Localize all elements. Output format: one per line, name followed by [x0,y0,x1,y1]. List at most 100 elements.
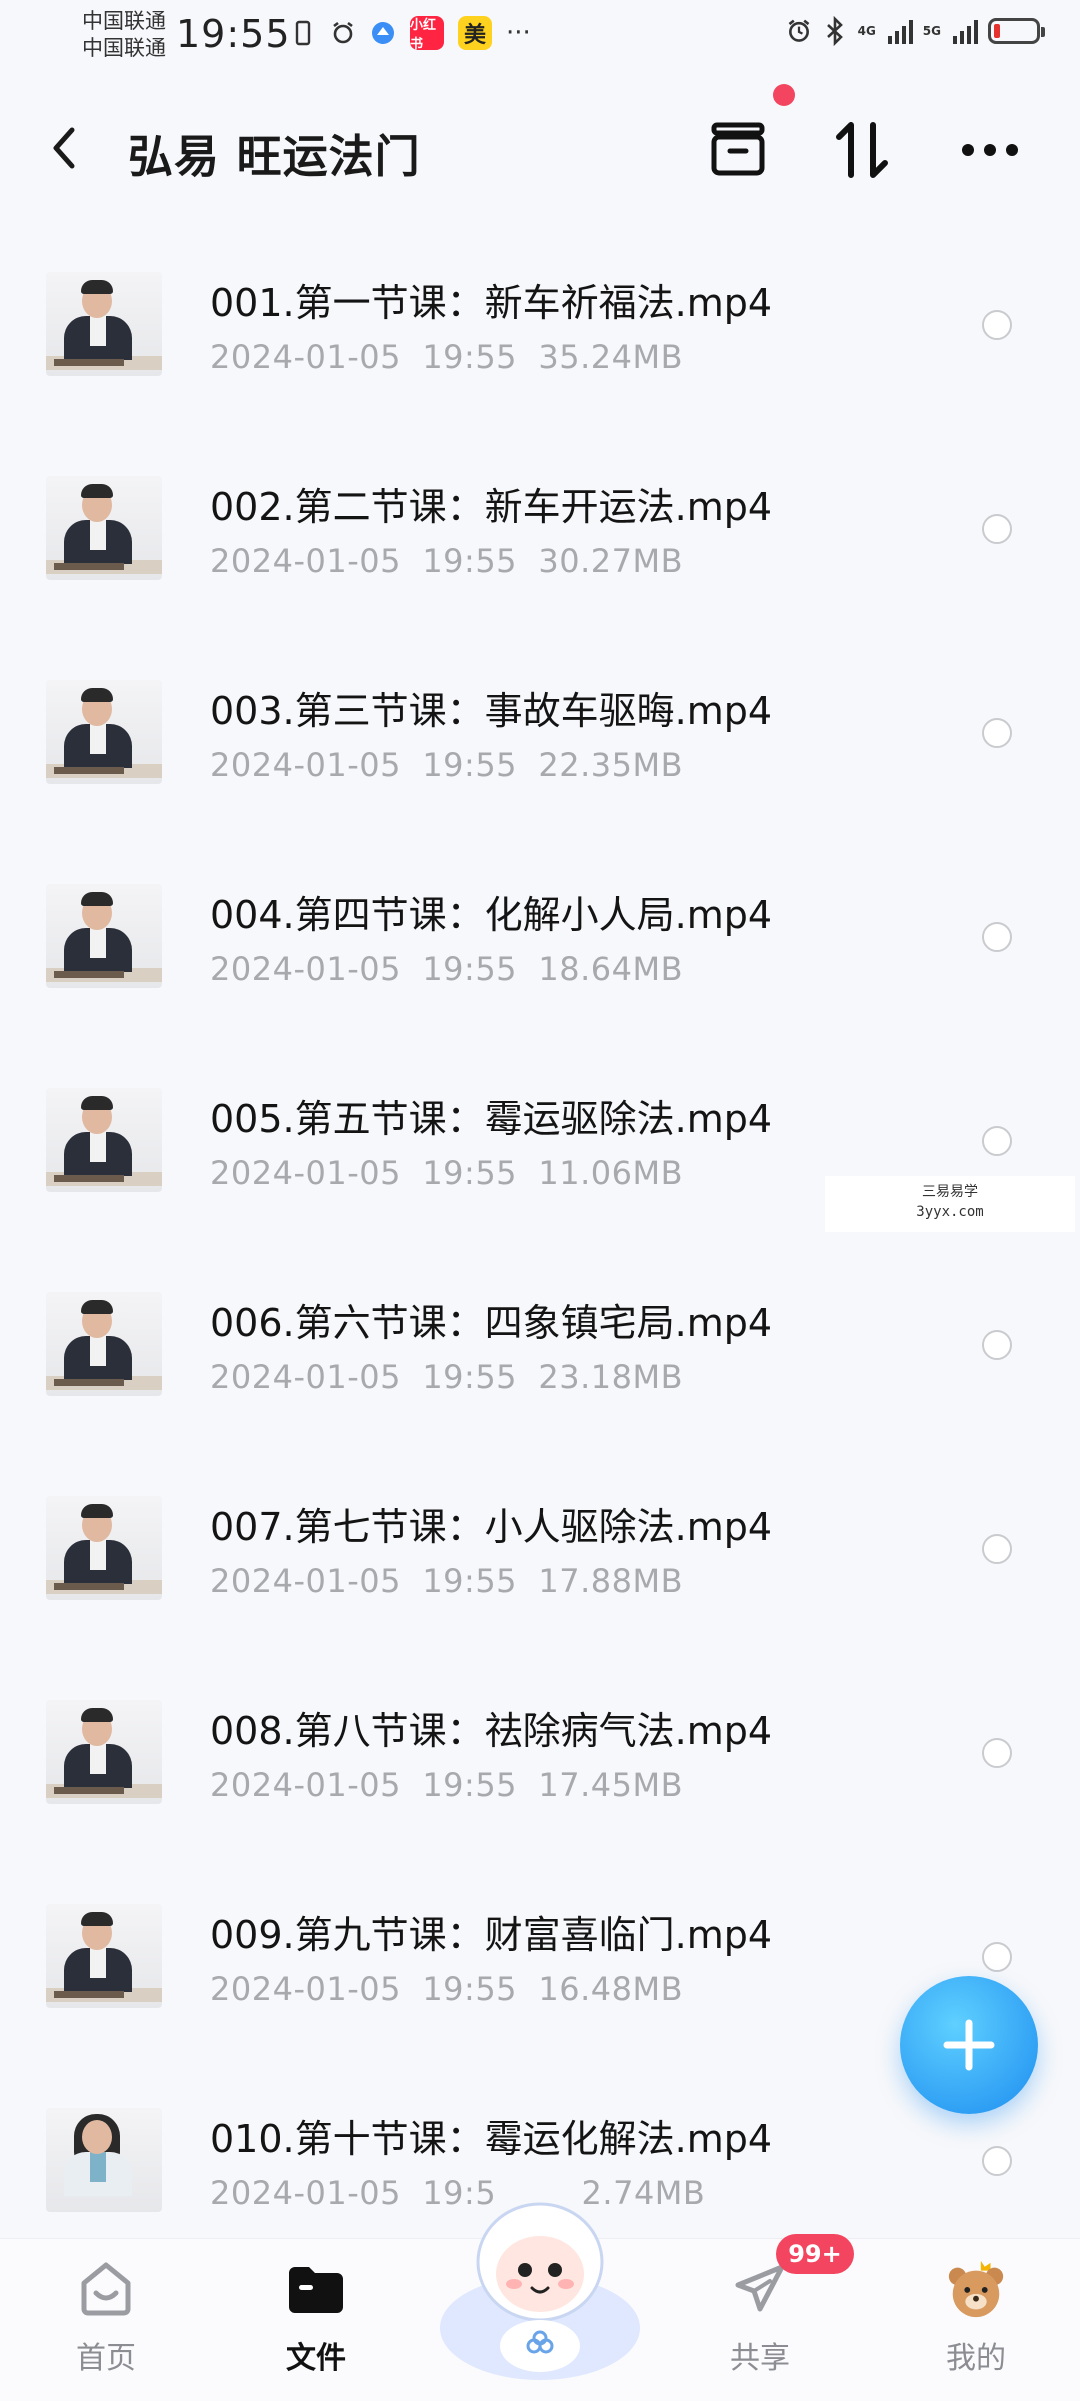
select-radio[interactable] [982,1534,1012,1564]
file-size: 35.24MB [538,338,684,376]
nav-mine-label: 我的 [946,2341,1006,2376]
nav-home[interactable]: 首页 [36,2257,176,2397]
select-radio[interactable] [982,1126,1012,1156]
file-time: 19:55 [422,950,518,988]
file-size: 11.06MB [538,1154,684,1192]
file-date: 2024-01-05 [210,1970,401,2008]
browser-app-icon [370,20,396,46]
file-date: 2024-01-05 [210,338,401,376]
network-type-2: 5G [922,24,941,38]
folder-icon [289,2267,343,2313]
sort-button[interactable] [822,110,902,190]
assistant-mascot-button[interactable] [430,2178,650,2388]
file-date: 2024-01-05 [210,1154,401,1192]
alarm-icon [786,18,812,44]
watermark-line-2: 3yyx.com [916,1204,984,1220]
file-date: 2024-01-05 [210,1358,401,1396]
home-icon [81,2262,131,2316]
file-date: 2024-01-05 [210,1562,401,1600]
select-radio[interactable] [982,310,1012,340]
file-row[interactable]: 007.第七节课：小人驱除法.mp4 2024-01-05 19:55 17.8… [0,1444,1080,1648]
watermark-line-1: 三易易学 [922,1184,978,1200]
nav-share-label: 共享 [730,2341,790,2376]
file-time: 19:55 [422,542,518,580]
file-meta: 2024-01-05 19:55 11.06MB [210,1154,683,1192]
network-type-1: 4G [857,24,876,38]
xiaohongshu-icon: 小红书 [410,16,444,52]
page-title: 弘易 旺运法门 [128,130,421,183]
file-row[interactable]: 008.第八节课：祛除病气法.mp4 2024-01-05 19:55 17.4… [0,1648,1080,1852]
more-options-button[interactable] [950,110,1030,190]
transfer-list-button[interactable] [698,110,778,190]
file-size: 23.18MB [538,1358,684,1396]
file-date: 2024-01-05 [210,746,401,784]
select-radio[interactable] [982,1330,1012,1360]
file-time: 19:55 [422,1562,518,1600]
back-button[interactable] [48,118,88,178]
file-size: 18.64MB [538,950,684,988]
status-bar: 中国联通 中国联通 19:55 小红书 美 ··· 4G 5G [0,0,1080,72]
more-notifications: ··· [506,18,531,48]
file-date: 2024-01-05 [210,2174,401,2212]
site-watermark: 三易易学 3yyx.com [825,1176,1075,1232]
file-meta: 2024-01-05 19:55 35.24MB [210,338,683,376]
select-radio[interactable] [982,1738,1012,1768]
file-time: 19:55 [422,1766,518,1804]
video-thumbnail [46,1088,162,1192]
nav-mine[interactable]: 我的 [906,2257,1046,2397]
file-meta: 2024-01-05 19:55 18.64MB [210,950,683,988]
archive-box-icon [711,122,765,176]
file-row[interactable]: 004.第四节课：化解小人局.mp4 2024-01-05 19:55 18.6… [0,832,1080,1036]
nav-share[interactable]: 共享 [690,2257,830,2397]
nav-files[interactable]: 文件 [246,2257,386,2397]
file-time: 19:55 [422,1970,518,2008]
file-size: 30.27MB [538,542,684,580]
status-notification-icons: 小红书 美 ··· [290,16,531,52]
video-thumbnail [46,1292,162,1396]
carrier-labels: 中国联通 中国联通 [82,8,166,62]
alarm-app-icon [330,20,356,46]
select-radio[interactable] [982,718,1012,748]
video-thumbnail [46,680,162,784]
file-date: 2024-01-05 [210,1766,401,1804]
file-time: 19:55 [422,746,518,784]
video-thumbnail [46,884,162,988]
nav-files-label: 文件 [286,2341,346,2376]
file-name: 001.第一节课：新车祈福法.mp4 [210,281,773,325]
nav-home-label: 首页 [76,2341,136,2376]
file-date: 2024-01-05 [210,542,401,580]
share-count-badge: 99+ [776,2234,854,2274]
phone-icon [290,20,316,46]
file-row[interactable]: 002.第二节课：新车开运法.mp4 2024-01-05 19:55 30.2… [0,424,1080,628]
video-thumbnail [46,1700,162,1804]
file-name: 009.第九节课：财富喜临门.mp4 [210,1913,773,1957]
select-radio[interactable] [982,922,1012,952]
add-button[interactable] [900,1976,1038,2114]
video-thumbnail [46,1904,162,2008]
select-radio[interactable] [982,514,1012,544]
file-meta: 2024-01-05 19:55 22.35MB [210,746,683,784]
file-name: 007.第七节课：小人驱除法.mp4 [210,1505,773,1549]
sort-icon [836,122,888,178]
notification-dot [773,84,795,106]
app-header: 弘易 旺运法门 [0,100,1080,200]
chevron-left-icon [53,127,75,169]
file-time: 19:55 [422,1358,518,1396]
select-radio[interactable] [982,2146,1012,2176]
select-radio[interactable] [982,1942,1012,1972]
file-name: 003.第三节课：事故车驱晦.mp4 [210,689,773,733]
signal-1-icon [887,18,913,44]
file-time: 19:55 [422,338,518,376]
file-size: 17.88MB [538,1562,684,1600]
bear-avatar-icon [948,2260,1004,2318]
file-row[interactable]: 003.第三节课：事故车驱晦.mp4 2024-01-05 19:55 22.3… [0,628,1080,832]
file-row[interactable]: 001.第一节课：新车祈福法.mp4 2024-01-05 19:55 35.2… [0,220,1080,424]
file-row[interactable]: 006.第六节课：四象镇宅局.mp4 2024-01-05 19:55 23.1… [0,1240,1080,1444]
file-name: 005.第五节课：霉运驱除法.mp4 [210,1097,773,1141]
mascot-icon [440,2202,640,2380]
carrier-1: 中国联通 [82,9,166,33]
video-thumbnail [46,2108,162,2212]
status-system-icons: 4G 5G [786,16,1045,46]
file-size: 16.48MB [538,1970,684,2008]
file-meta: 2024-01-05 19:55 23.18MB [210,1358,683,1396]
